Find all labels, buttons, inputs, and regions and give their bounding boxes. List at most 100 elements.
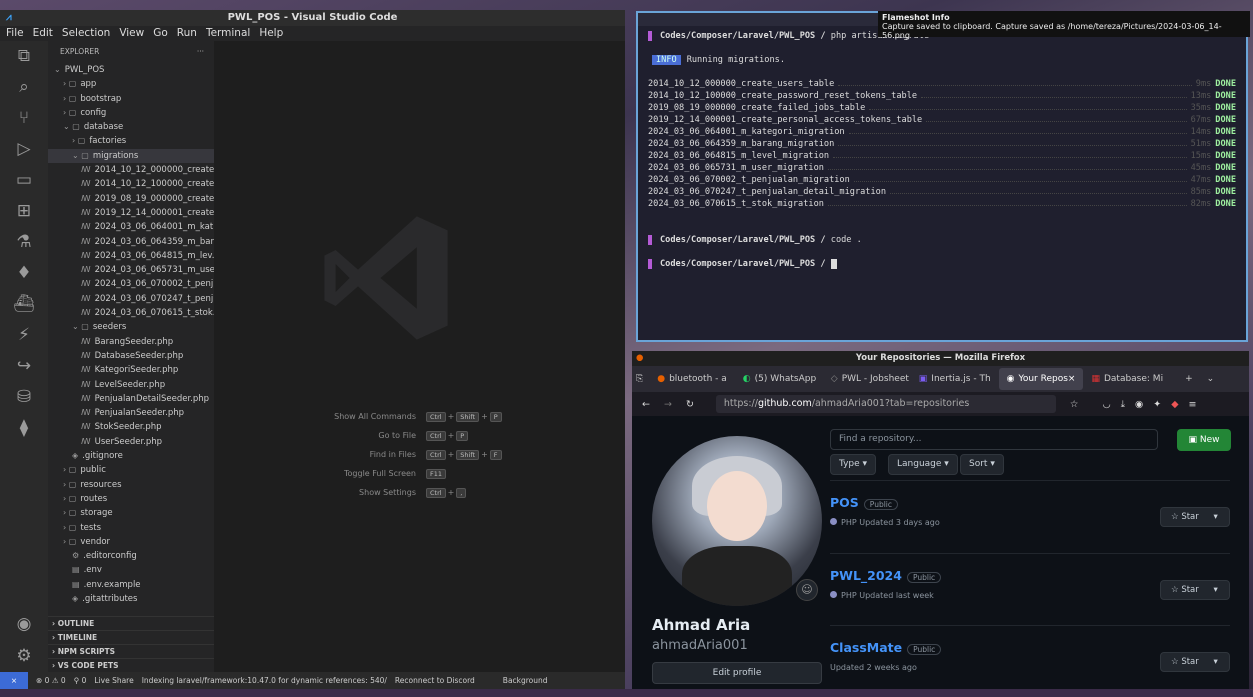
menu-item-selection[interactable]: Selection bbox=[62, 26, 110, 41]
repo-name-link[interactable]: POS bbox=[830, 495, 859, 510]
status-emoji-icon[interactable]: ☺ bbox=[796, 579, 818, 601]
addon-icon[interactable]: ◆ bbox=[1171, 399, 1178, 410]
browser-tab[interactable]: ● bluetooth - a bbox=[649, 368, 735, 390]
tree-item[interactable]: ꟿ PenjualanSeeder.php bbox=[48, 406, 214, 420]
tree-item[interactable]: › ▢ resources bbox=[48, 478, 214, 492]
tree-item[interactable]: ꟿ 2014_10_12_100000_create_... bbox=[48, 177, 214, 191]
tab-list-icon[interactable]: ⎘ bbox=[636, 374, 643, 384]
tab-overflow-icon[interactable]: ⌄ bbox=[1207, 374, 1215, 384]
tree-item[interactable]: › ▢ storage bbox=[48, 506, 214, 520]
menu-item-terminal[interactable]: Terminal bbox=[206, 26, 250, 41]
tree-item[interactable]: ꟿ 2024_03_06_070002_t_penj... bbox=[48, 277, 214, 291]
browser-tab[interactable]: ◐ (5) WhatsApp bbox=[735, 368, 823, 390]
testing-icon[interactable]: ⚗ bbox=[0, 227, 48, 258]
menu-item-go[interactable]: Go bbox=[153, 26, 168, 41]
avatar[interactable] bbox=[652, 436, 822, 606]
sidebar-section-npm-scripts[interactable]: › NPM SCRIPTS bbox=[48, 644, 214, 658]
tree-item[interactable]: › ▢ tests bbox=[48, 521, 214, 535]
tree-item[interactable]: ▤ .env.example bbox=[48, 578, 214, 592]
type-filter[interactable]: Type ▾ bbox=[830, 454, 877, 475]
extensions-icon[interactable]: ⊞ bbox=[0, 196, 48, 227]
tree-item[interactable]: ꟿ 2019_12_14_000001_create_... bbox=[48, 206, 214, 220]
database-icon[interactable]: ⛁ bbox=[0, 382, 48, 413]
tree-item[interactable]: ꟿ PenjualanDetailSeeder.php bbox=[48, 392, 214, 406]
flame-icon[interactable]: ♦ bbox=[0, 258, 48, 289]
star-dropdown-icon[interactable]: ▾ bbox=[1211, 657, 1217, 667]
settings-gear-icon[interactable]: ⚙ bbox=[0, 641, 48, 672]
tree-item[interactable]: ꟿ 2024_03_06_064815_m_lev... bbox=[48, 249, 214, 263]
docker-icon[interactable]: ⛴ bbox=[0, 289, 48, 320]
tree-item[interactable]: ◈ .gitignore bbox=[48, 449, 214, 463]
tree-item[interactable]: ꟿ 2024_03_06_065731_m_use... bbox=[48, 263, 214, 277]
find-repository-input[interactable]: Find a repository... bbox=[830, 429, 1158, 450]
discord-button[interactable]: Reconnect to Discord bbox=[395, 672, 475, 689]
source-control-icon[interactable]: ⑂ bbox=[0, 103, 48, 134]
thunder-client-icon[interactable]: ⚡ bbox=[0, 320, 48, 351]
star-dropdown-icon[interactable]: ▾ bbox=[1211, 512, 1217, 522]
explorer-icon[interactable]: ⧉ bbox=[0, 41, 48, 72]
run-debug-icon[interactable]: ▷ bbox=[0, 134, 48, 165]
terminal-window[interactable]: tereza@te Codes/Composer/Laravel/PWL_POS… bbox=[636, 11, 1248, 342]
ports-indicator[interactable]: ⚲ 0 bbox=[74, 672, 87, 689]
tree-item[interactable]: › ▢ public bbox=[48, 463, 214, 477]
tree-item[interactable]: ꟿ KategoriSeeder.php bbox=[48, 363, 214, 377]
tree-item[interactable]: ꟿ StokSeeder.php bbox=[48, 420, 214, 434]
tree-item[interactable]: ⌄ ▢ database bbox=[48, 120, 214, 134]
live-share-button[interactable]: Live Share bbox=[94, 672, 133, 689]
tree-item[interactable]: ꟿ 2014_10_12_000000_create... bbox=[48, 163, 214, 177]
menu-item-run[interactable]: Run bbox=[177, 26, 197, 41]
sort-filter[interactable]: Sort ▾ bbox=[960, 454, 1004, 475]
menu-icon[interactable]: ≡ bbox=[1189, 399, 1197, 410]
forward-icon[interactable]: → bbox=[664, 399, 672, 410]
explorer-more-button[interactable]: ··· bbox=[197, 41, 204, 63]
star-button[interactable]: ☆ Star ▾ bbox=[1160, 652, 1230, 672]
remote-indicator[interactable]: ⨯ bbox=[0, 672, 28, 689]
tree-item[interactable]: › ▢ config bbox=[48, 106, 214, 120]
tree-item[interactable]: ⚙ .editorconfig bbox=[48, 549, 214, 563]
tree-item[interactable]: ꟿ 2024_03_06_064359_m_bar... bbox=[48, 235, 214, 249]
account-icon[interactable]: ◉ bbox=[0, 609, 48, 640]
repo-name-link[interactable]: ClassMate bbox=[830, 640, 902, 655]
tree-item[interactable]: ꟿ BarangSeeder.php bbox=[48, 335, 214, 349]
search-icon[interactable]: ⌕ bbox=[0, 72, 48, 103]
tree-item[interactable]: ⌄ ▢ migrations bbox=[48, 148, 214, 164]
new-tab-icon[interactable]: + bbox=[1185, 374, 1193, 384]
menu-item-edit[interactable]: Edit bbox=[33, 26, 53, 41]
remote-explorer-icon[interactable]: ▭ bbox=[0, 165, 48, 196]
problems-indicator[interactable]: ⊗ 0 ⚠ 0 bbox=[36, 672, 66, 689]
account-icon[interactable]: ◉ bbox=[1135, 399, 1143, 410]
downloads-icon[interactable]: ⤓ bbox=[1121, 399, 1125, 410]
tree-item[interactable]: › ▢ app bbox=[48, 77, 214, 91]
tree-item[interactable]: › ▢ factories bbox=[48, 134, 214, 148]
tree-item[interactable]: ꟿ 2024_03_06_070615_t_stok... bbox=[48, 306, 214, 320]
reload-icon[interactable]: ↻ bbox=[686, 399, 694, 410]
tree-item[interactable]: ꟿ 2019_08_19_000000_create... bbox=[48, 192, 214, 206]
tree-item[interactable]: › ▢ bootstrap bbox=[48, 92, 214, 106]
language-filter[interactable]: Language ▾ bbox=[888, 454, 958, 475]
tree-item[interactable]: ꟿ UserSeeder.php bbox=[48, 435, 214, 449]
browser-tab[interactable]: ▦ Database: Mi bbox=[1083, 368, 1171, 390]
bookmark-star-icon[interactable]: ☆ bbox=[1070, 399, 1079, 410]
menu-item-file[interactable]: File bbox=[6, 26, 24, 41]
live-share-icon[interactable]: ↪ bbox=[0, 351, 48, 382]
menu-item-help[interactable]: Help bbox=[259, 26, 283, 41]
browser-tab[interactable]: ▣ Inertia.js - Th bbox=[911, 368, 999, 390]
tree-item[interactable]: › ▢ vendor bbox=[48, 535, 214, 549]
sidebar-section-timeline[interactable]: › TIMELINE bbox=[48, 630, 214, 644]
star-button[interactable]: ☆ Star ▾ bbox=[1160, 507, 1230, 527]
repo-name-link[interactable]: PWL_2024 bbox=[830, 568, 902, 583]
tree-item[interactable]: ꟿ 2024_03_06_070247_t_penj... bbox=[48, 292, 214, 306]
layers-icon[interactable]: ⧫ bbox=[0, 413, 48, 444]
extensions-icon[interactable]: ✦ bbox=[1153, 399, 1161, 410]
back-icon[interactable]: ← bbox=[642, 399, 650, 410]
tree-item[interactable]: ▤ .env bbox=[48, 563, 214, 577]
background-button[interactable]: Background bbox=[503, 672, 548, 689]
star-dropdown-icon[interactable]: ▾ bbox=[1211, 585, 1217, 595]
sidebar-section-outline[interactable]: › OUTLINE bbox=[48, 616, 214, 630]
pocket-icon[interactable]: ◡ bbox=[1102, 399, 1110, 410]
menu-item-view[interactable]: View bbox=[119, 26, 144, 41]
tab-close-icon[interactable]: × bbox=[1068, 374, 1076, 384]
tree-item[interactable]: › ▢ routes bbox=[48, 492, 214, 506]
tree-item[interactable]: ꟿ 2024_03_06_064001_m_kat... bbox=[48, 220, 214, 234]
browser-tab[interactable]: ◉ Your Repos × bbox=[998, 368, 1084, 390]
